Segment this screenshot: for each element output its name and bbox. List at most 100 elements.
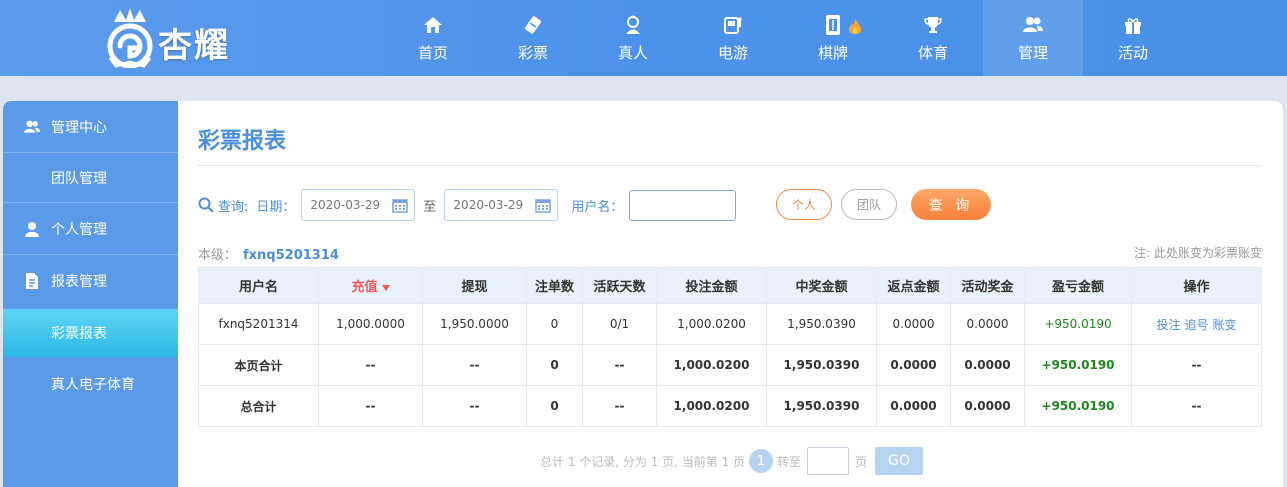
- cell-active-days: 0/1: [582, 303, 657, 345]
- col-rebate: 返点金额: [876, 267, 951, 304]
- start-date-field[interactable]: 2020-03-29: [301, 189, 416, 221]
- query-button[interactable]: 查 询: [911, 189, 991, 220]
- nav-sports[interactable]: 体育: [883, 0, 983, 76]
- cell-profit-loss: +950.0190: [1024, 344, 1132, 386]
- cell-actions: --: [1131, 385, 1262, 427]
- cell-rebate: 0.0000: [876, 303, 951, 345]
- page-number-input[interactable]: [807, 447, 850, 475]
- pagination-summary: 总计 1 个记录, 分为 1 页, 当前第 1 页: [540, 454, 746, 469]
- sidebar-item-live-electronic-sports[interactable]: 真人电子体育: [3, 359, 178, 409]
- goto-label: 转至: [777, 454, 802, 469]
- cell-bet-amount: 1,000.0200: [656, 344, 767, 386]
- sort-desc-icon: [381, 284, 390, 291]
- page-unit-label: 页: [855, 454, 868, 469]
- col-deposit-label: 充值: [351, 280, 378, 295]
- go-button[interactable]: GO: [875, 447, 924, 475]
- cell-rebate: 0.0000: [876, 385, 951, 427]
- chase-number-link[interactable]: 追号: [1184, 318, 1208, 332]
- cell-deposit: --: [318, 344, 423, 386]
- col-withdraw: 提现: [422, 267, 527, 304]
- cell-bonus: 0.0000: [950, 303, 1025, 345]
- nav-live-dealer[interactable]: 真人: [583, 0, 683, 76]
- cell-bet-amount: 1,000.0200: [656, 303, 767, 345]
- username-input[interactable]: [629, 189, 737, 221]
- report-table: 用户名 充值 提现 注单数 活跃天数 投注金额 中奖金额 返点金额 活动奖金 盈…: [198, 267, 1262, 427]
- table-row: fxnq5201314 1,000.0000 1,950.0000 0 0/1 …: [198, 303, 1262, 345]
- end-date-field[interactable]: 2020-03-29: [444, 189, 559, 221]
- to-label: 至: [423, 199, 437, 215]
- cell-actions: 投注 追号 账变: [1131, 303, 1262, 345]
- cell-withdraw: --: [422, 344, 527, 386]
- main-panel: 彩票报表 查询: 日期： 2020-03-29 至 2020-03-29 用户名…: [178, 101, 1283, 487]
- sidebar-item-report-management[interactable]: 报表管理: [3, 255, 178, 307]
- current-page-button[interactable]: 1: [749, 449, 774, 473]
- nav-lottery[interactable]: 彩票: [483, 0, 583, 76]
- sidebar-item-management-center[interactable]: 管理中心: [3, 101, 178, 153]
- nav-management[interactable]: 管理: [983, 0, 1083, 76]
- grand-total-row: 总合计 -- -- 0 -- 1,000.0200 1,950.0390 0.0…: [198, 385, 1262, 427]
- cell-label: 本页合计: [198, 344, 319, 386]
- sidebar-item-label: 个人管理: [51, 221, 107, 238]
- cell-bet-count: 0: [526, 385, 583, 427]
- cell-profit-loss: +950.0190: [1024, 385, 1132, 427]
- col-active-days: 活跃天数: [582, 267, 657, 304]
- sidebar-item-label: 管理中心: [51, 119, 107, 136]
- cell-win-amount: 1,950.0390: [766, 303, 877, 345]
- page-total-row: 本页合计 -- -- 0 -- 1,000.0200 1,950.0390 0.…: [198, 344, 1262, 386]
- cell-username: fxnq5201314: [198, 303, 319, 345]
- cell-bet-amount: 1,000.0200: [656, 385, 767, 427]
- live-dealer-icon: [622, 14, 644, 36]
- col-win-amount: 中奖金额: [766, 267, 877, 304]
- gift-icon: [1122, 14, 1144, 36]
- col-actions: 操作: [1131, 267, 1262, 304]
- cell-bet-count: 0: [526, 344, 583, 386]
- nav-chess-cards[interactable]: 棋牌: [783, 0, 883, 76]
- col-deposit[interactable]: 充值: [318, 267, 423, 304]
- nav-label: 管理: [1017, 43, 1048, 62]
- lottery-icon: [522, 14, 544, 36]
- page-title: 彩票报表: [198, 129, 287, 154]
- slot-machine-icon: [722, 14, 744, 36]
- sidebar-item-lottery-report[interactable]: 彩票报表: [3, 309, 178, 357]
- bet-record-link[interactable]: 投注: [1156, 318, 1180, 332]
- nav-label: 棋牌: [817, 43, 848, 62]
- cell-win-amount: 1,950.0390: [766, 385, 877, 427]
- home-icon: [422, 14, 444, 36]
- cell-actions: --: [1131, 344, 1262, 386]
- nav-promotions[interactable]: 活动: [1083, 0, 1183, 76]
- query-label: 查询:: [218, 199, 249, 215]
- cell-active-days: --: [582, 344, 657, 386]
- nav-home[interactable]: 首页: [383, 0, 483, 76]
- date-label: 日期：: [256, 199, 296, 215]
- table-header-row: 用户名 充值 提现 注单数 活跃天数 投注金额 中奖金额 返点金额 活动奖金 盈…: [198, 267, 1262, 304]
- col-bet-amount: 投注金额: [656, 267, 767, 304]
- username-label: 用户名：: [571, 199, 624, 215]
- personal-button[interactable]: 个人: [776, 189, 832, 220]
- sidebar-item-label: 团队管理: [51, 170, 107, 187]
- start-date-value: 2020-03-29: [310, 198, 381, 212]
- nav-slots[interactable]: 电游: [683, 0, 783, 76]
- trophy-icon: [922, 14, 944, 36]
- current-level: 本级： fxnq5201314: [198, 244, 339, 263]
- hot-flame-icon: [847, 18, 863, 36]
- cell-active-days: --: [582, 385, 657, 427]
- level-label: 本级：: [198, 248, 238, 263]
- users-icon: [1022, 14, 1044, 36]
- col-bet-count: 注单数: [526, 267, 583, 304]
- calendar-icon[interactable]: [535, 197, 552, 213]
- cell-bonus: 0.0000: [950, 385, 1025, 427]
- calendar-icon[interactable]: [392, 197, 409, 213]
- cell-bonus: 0.0000: [950, 344, 1025, 386]
- cell-label: 总合计: [198, 385, 319, 427]
- sidebar-item-personal-management[interactable]: 个人管理: [3, 203, 178, 255]
- sidebar-item-team-management[interactable]: 团队管理: [3, 153, 178, 203]
- mahjong-icon: [822, 14, 844, 36]
- brand-logo[interactable]: 杏耀: [104, 4, 230, 70]
- sidebar-item-label: 彩票报表: [51, 326, 107, 342]
- team-button[interactable]: 团队: [841, 189, 897, 220]
- filter-bar: 查询: 日期： 2020-03-29 至 2020-03-29 用户名：: [198, 189, 737, 221]
- account-change-link[interactable]: 账变: [1213, 318, 1237, 332]
- level-user-link[interactable]: fxnq5201314: [243, 248, 339, 263]
- nav-label: 首页: [417, 43, 448, 62]
- top-nav-bar: 杏耀 首页 彩票 真人 电游 棋牌 体育 管理 活动: [0, 0, 1287, 76]
